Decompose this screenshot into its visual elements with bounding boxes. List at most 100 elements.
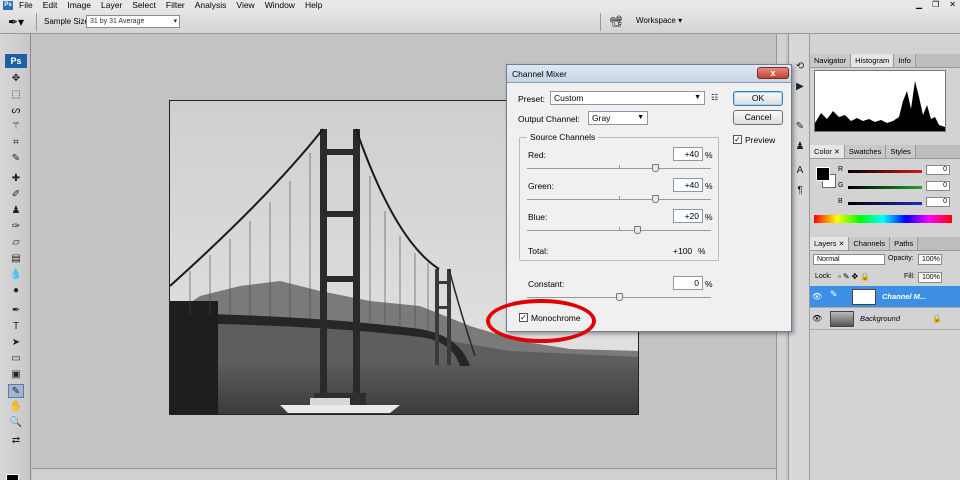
workspace-menu[interactable]: Workspace ▾ — [636, 16, 682, 25]
close-icon[interactable]: ✕ — [839, 241, 845, 248]
color-spectrum[interactable] — [814, 215, 952, 223]
blend-mode-select[interactable]: Normal — [813, 254, 885, 265]
actions-panel-icon[interactable]: ▶ — [793, 80, 807, 94]
magic-wand-tool-icon[interactable]: ⚚ — [8, 120, 24, 134]
blue-label: Blue: — [528, 212, 548, 222]
preset-options-icon[interactable]: ☷ — [711, 93, 718, 102]
constant-value-field[interactable]: 0 — [673, 276, 703, 290]
blue-unit: % — [705, 212, 713, 222]
blur-tool-icon[interactable]: 💧 — [8, 268, 24, 282]
type-tool-icon[interactable]: T — [8, 320, 24, 334]
menu-help[interactable]: Help — [305, 0, 322, 10]
menu-file[interactable]: File — [19, 0, 33, 10]
red-slider-thumb[interactable] — [652, 164, 660, 172]
foreground-color-swatch[interactable] — [6, 474, 19, 480]
lasso-tool-icon[interactable]: ᔕ — [8, 104, 24, 118]
color-slider-bar[interactable] — [848, 170, 922, 173]
dialog-titlebar[interactable]: Channel Mixer x — [507, 65, 791, 83]
blue-value-field[interactable]: +20 — [673, 209, 703, 223]
channel-label: G — [838, 182, 844, 189]
ok-button[interactable]: OK — [733, 91, 783, 106]
path-selection-tool-icon[interactable]: ➤ — [8, 336, 24, 350]
preview-checkbox[interactable]: ✓ — [733, 135, 742, 144]
eyedropper-tool-preset-icon[interactable]: ✒▾ — [8, 14, 30, 30]
eye-icon[interactable]: 👁 — [810, 314, 824, 323]
character-panel-icon[interactable]: A — [793, 164, 807, 178]
color-value-field[interactable]: 0 — [926, 165, 950, 175]
constant-unit: % — [705, 279, 713, 289]
tab-channels[interactable]: Channels — [849, 237, 891, 250]
dialog-close-button[interactable]: x — [757, 67, 789, 79]
green-slider-thumb[interactable] — [652, 195, 660, 203]
layer-row-channel-mixer[interactable]: 👁 ✎ Channel M... — [810, 286, 960, 308]
notes-tool-icon[interactable]: ▣ — [8, 368, 24, 382]
zoom-tool-icon[interactable]: 🔍 — [8, 416, 24, 430]
menu-filter[interactable]: Filter — [166, 0, 185, 10]
shape-tool-icon[interactable]: ▭ — [8, 352, 24, 366]
opacity-field[interactable]: 100% — [918, 254, 942, 265]
total-value: +100 — [673, 246, 693, 256]
lock-icons[interactable]: ▫✎✥🔒 — [838, 272, 872, 281]
total-label: Total: — [528, 246, 549, 256]
menu-view[interactable]: View — [236, 0, 254, 10]
tab-layers[interactable]: Layers ✕ — [810, 237, 850, 250]
cancel-button[interactable]: Cancel — [733, 110, 783, 125]
menu-select[interactable]: Select — [132, 0, 156, 10]
menu-image[interactable]: Image — [67, 0, 91, 10]
color-slider-bar[interactable] — [848, 186, 922, 189]
clone-stamp-tool-icon[interactable]: ♟ — [8, 204, 24, 218]
constant-slider-thumb[interactable] — [615, 293, 623, 301]
close-icon[interactable]: ✕ — [834, 149, 840, 156]
tab-swatches[interactable]: Swatches — [844, 145, 887, 158]
tab-styles[interactable]: Styles — [886, 145, 916, 158]
tab-histogram[interactable]: Histogram — [851, 54, 895, 67]
hand-tool-icon[interactable]: ✋ — [8, 400, 24, 414]
blue-slider-thumb[interactable] — [633, 226, 641, 234]
workspace-icon[interactable]: 📽 — [606, 14, 626, 30]
crop-tool-icon[interactable]: ⌗ — [8, 136, 24, 150]
tab-color[interactable]: Color ✕ — [810, 145, 845, 158]
output-channel-select[interactable]: Gray ▼ — [588, 111, 648, 125]
channel-label: R — [838, 166, 844, 173]
color-sampler-tool-icon[interactable]: ✎ — [8, 384, 24, 398]
eyedropper-tool-icon[interactable]: ✎ — [8, 152, 24, 166]
preset-select[interactable]: Custom ▼ — [550, 91, 705, 105]
swap-colors-icon[interactable]: ⇄ — [8, 434, 24, 448]
tab-paths[interactable]: Paths — [890, 237, 919, 250]
eye-icon[interactable]: 👁 — [810, 292, 824, 301]
history-panel-icon[interactable]: ⟲ — [793, 60, 807, 74]
tab-navigator[interactable]: Navigator — [810, 54, 852, 67]
clone-source-panel-icon[interactable]: ♟ — [793, 140, 807, 154]
pen-tool-icon[interactable]: ✒ — [8, 304, 24, 318]
red-unit: % — [705, 150, 713, 160]
sample-size-select[interactable]: 31 by 31 Average ▾ — [86, 15, 180, 28]
menu-window[interactable]: Window — [265, 0, 295, 10]
menu-edit[interactable]: Edit — [43, 0, 58, 10]
tab-info[interactable]: Info — [894, 54, 916, 67]
marquee-tool-icon[interactable]: ⬚ — [8, 88, 24, 102]
close-icon[interactable]: ✕ — [949, 0, 956, 10]
red-value-field[interactable]: +40 — [673, 147, 703, 161]
restore-icon[interactable]: ❐ — [932, 0, 939, 10]
healing-brush-tool-icon[interactable]: ✚ — [8, 172, 24, 186]
menu-analysis[interactable]: Analysis — [195, 0, 227, 10]
minimize-icon[interactable]: ▁ — [916, 0, 922, 10]
brush-tool-icon[interactable]: ✐ — [8, 188, 24, 202]
gradient-tool-icon[interactable]: ▤ — [8, 252, 24, 266]
color-panel-foreground[interactable] — [816, 167, 830, 181]
green-value-field[interactable]: +40 — [673, 178, 703, 192]
layer-row-background[interactable]: 👁 Background 🔒 — [810, 308, 960, 330]
color-value-field[interactable]: 0 — [926, 181, 950, 191]
color-value-field[interactable]: 0 — [926, 197, 950, 207]
brushes-panel-icon[interactable]: ✎ — [793, 120, 807, 134]
history-brush-tool-icon[interactable]: ✑ — [8, 220, 24, 234]
eraser-tool-icon[interactable]: ▱ — [8, 236, 24, 250]
sample-size-label: Sample Size: — [44, 17, 92, 26]
dodge-tool-icon[interactable]: ● — [8, 284, 24, 298]
color-slider-bar[interactable] — [848, 202, 922, 205]
menu-layer[interactable]: Layer — [101, 0, 122, 10]
fill-field[interactable]: 100% — [918, 272, 942, 283]
paragraph-panel-icon[interactable]: ¶ — [793, 184, 807, 198]
layers-panel-tabs: Layers ✕ Channels Paths — [810, 237, 960, 251]
move-tool-icon[interactable]: ✥ — [8, 72, 24, 86]
